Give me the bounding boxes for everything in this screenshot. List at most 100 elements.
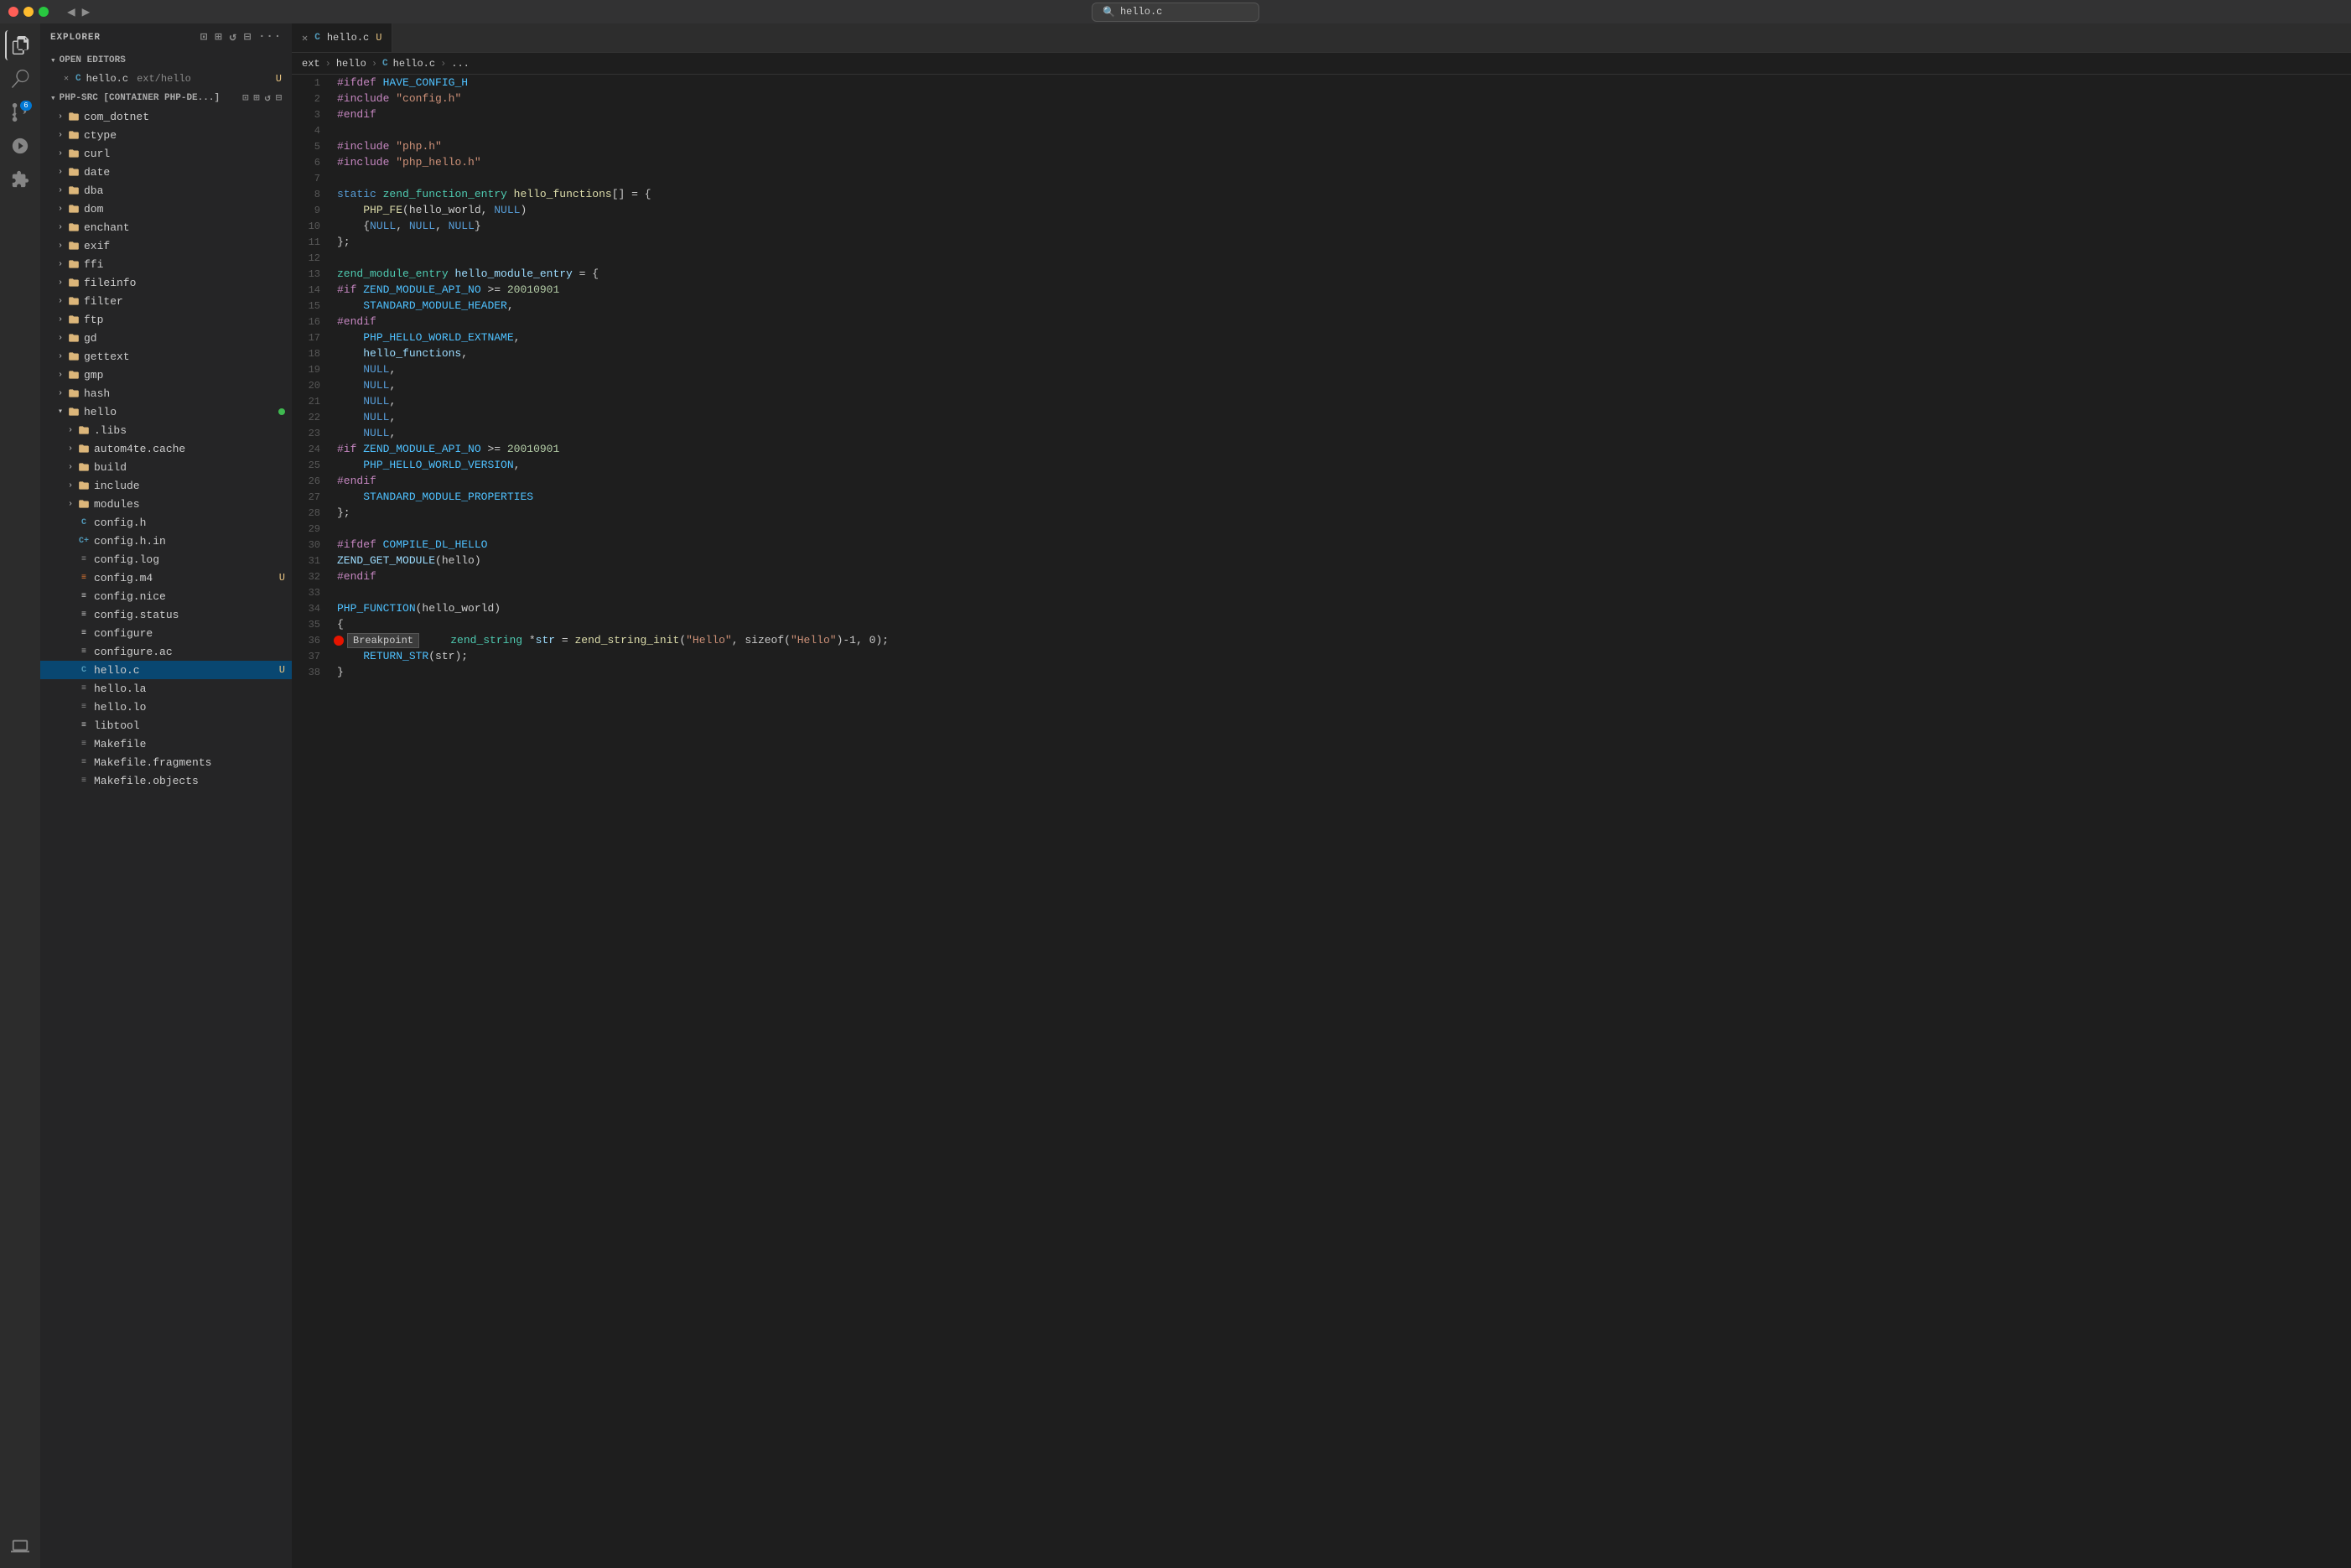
sidebar-file-modules[interactable]: ›modules	[40, 495, 292, 513]
folder-label-gmp: gmp	[84, 369, 292, 382]
sidebar-file-include[interactable]: ›include	[40, 476, 292, 495]
code-line-28: 28};	[292, 505, 2351, 521]
editor-tab[interactable]: ✕ C hello.c U	[292, 23, 392, 52]
sidebar-folder-enchant[interactable]: ›enchant	[40, 218, 292, 236]
sidebar-folder-gettext[interactable]: ›gettext	[40, 347, 292, 366]
sidebar-file-config-log[interactable]: ≡config.log	[40, 550, 292, 569]
bc-ext[interactable]: ext	[302, 58, 320, 70]
sidebar-folder-ctype[interactable]: ›ctype	[40, 126, 292, 144]
sidebar-file-hello-lo[interactable]: ≡hello.lo	[40, 698, 292, 716]
back-icon[interactable]: ◀	[67, 3, 75, 20]
sidebar-file-config-nice[interactable]: ≡config.nice	[40, 587, 292, 605]
sidebar-file-hello-c[interactable]: Chello.cU	[40, 661, 292, 679]
sidebar-folder-date[interactable]: ›date	[40, 163, 292, 181]
collapse-icon[interactable]: ⊟	[244, 30, 252, 44]
sidebar-file-Makefile-objects[interactable]: ≡Makefile.objects	[40, 771, 292, 790]
bc-dots[interactable]: ...	[451, 58, 470, 70]
line-number: 7	[292, 173, 334, 184]
sidebar-file-autom4te-cache[interactable]: ›autom4te.cache	[40, 439, 292, 458]
sidebar-folder-fileinfo[interactable]: ›fileinfo	[40, 273, 292, 292]
line-number: 36	[292, 635, 334, 646]
folder-arrow-ffi: ›	[54, 260, 67, 269]
sidebar-file--libs[interactable]: ›.libs	[40, 421, 292, 439]
sidebar-file-config-h-in[interactable]: C+config.h.in	[40, 532, 292, 550]
sidebar-file-build[interactable]: ›build	[40, 458, 292, 476]
line-content: #endif	[334, 108, 2351, 121]
folder-arrow-fileinfo: ›	[54, 278, 67, 288]
more-icon[interactable]: ···	[258, 30, 282, 44]
forward-icon[interactable]: ▶	[82, 3, 91, 20]
sidebar-file-Makefile-fragments[interactable]: ≡Makefile.fragments	[40, 753, 292, 771]
new-file-icon[interactable]: ⊡	[200, 30, 208, 44]
new-folder-icon[interactable]: ⊞	[215, 30, 222, 44]
refresh-icon[interactable]: ↺	[230, 30, 237, 44]
open-editors-arrow: ▾	[50, 55, 56, 66]
folder-arrow-ftp: ›	[54, 315, 67, 325]
source-control-badge: 6	[20, 101, 32, 111]
search-activity-icon[interactable]	[5, 64, 35, 94]
sidebar-file-config-status[interactable]: ≡config.status	[40, 605, 292, 624]
folder-icon-ftp	[67, 314, 80, 325]
file-type-indicator: ≡	[77, 592, 91, 601]
tab-close-icon[interactable]: ✕	[302, 32, 308, 44]
breakpoint-label: Breakpoint	[347, 633, 419, 648]
code-line-12: 12	[292, 250, 2351, 266]
folder-arrow-com_dotnet: ›	[54, 112, 67, 122]
code-line-30: 30#ifdef COMPILE_DL_HELLO	[292, 537, 2351, 553]
remote-activity-icon[interactable]	[5, 1531, 35, 1561]
bc-filename[interactable]: hello.c	[393, 58, 435, 70]
global-search[interactable]: 🔍 hello.c	[1092, 3, 1259, 22]
php-src-new-folder[interactable]: ⊞	[253, 91, 259, 104]
run-debug-activity-icon[interactable]	[5, 131, 35, 161]
bc-hello[interactable]: hello	[336, 58, 366, 70]
sidebar-file-config-h[interactable]: Cconfig.h	[40, 513, 292, 532]
sidebar-folder-hash[interactable]: ›hash	[40, 384, 292, 402]
code-line-6: 6#include "php_hello.h"	[292, 154, 2351, 170]
sidebar-folder-ffi[interactable]: ›ffi	[40, 255, 292, 273]
sidebar-folder-com_dotnet[interactable]: ›com_dotnet	[40, 107, 292, 126]
open-editor-item[interactable]: ✕ C hello.c ext/hello U	[40, 70, 292, 88]
sidebar-file-config-m4[interactable]: ≡config.m4U	[40, 569, 292, 587]
sidebar-file-configure-ac[interactable]: ≡configure.ac	[40, 642, 292, 661]
sidebar-file-hello-la[interactable]: ≡hello.la	[40, 679, 292, 698]
file-label: hello.lo	[94, 701, 292, 714]
sidebar-folder-ftp[interactable]: ›ftp	[40, 310, 292, 329]
code-line-25: 25 PHP_HELLO_WORLD_VERSION,	[292, 457, 2351, 473]
sidebar-folder-curl[interactable]: ›curl	[40, 144, 292, 163]
sidebar-folder-dba[interactable]: ›dba	[40, 181, 292, 200]
folder-arrow-gettext: ›	[54, 352, 67, 361]
extensions-activity-icon[interactable]	[5, 164, 35, 195]
close-editor-icon[interactable]: ✕	[64, 74, 69, 84]
folder-icon-gd	[67, 332, 80, 344]
line-number: 8	[292, 189, 334, 200]
php-src-new-file[interactable]: ⊡	[242, 91, 248, 104]
file-type-indicator: ≡	[77, 647, 91, 657]
sidebar-folder-hello[interactable]: ▾hello	[40, 402, 292, 421]
sidebar-folder-filter[interactable]: ›filter	[40, 292, 292, 310]
sidebar-folder-gd[interactable]: ›gd	[40, 329, 292, 347]
php-src-collapse[interactable]: ⊟	[276, 91, 282, 104]
sidebar-file-libtool[interactable]: ≡libtool	[40, 716, 292, 735]
close-button[interactable]	[8, 7, 18, 17]
code-editor[interactable]: 1#ifdef HAVE_CONFIG_H2#include "config.h…	[292, 75, 2351, 1568]
line-content: PHP_FE(hello_world, NULL)	[334, 204, 2351, 216]
subfolder-arrow: ›	[64, 481, 77, 491]
line-content: NULL,	[334, 427, 2351, 439]
minimize-button[interactable]	[23, 7, 34, 17]
maximize-button[interactable]	[39, 7, 49, 17]
sidebar-folder-dom[interactable]: ›dom	[40, 200, 292, 218]
line-number: 22	[292, 412, 334, 423]
source-control-activity-icon[interactable]: 6	[5, 97, 35, 127]
breakpoint-dot[interactable]	[334, 636, 344, 646]
sidebar-file-Makefile[interactable]: ≡Makefile	[40, 735, 292, 753]
open-editors-section-header[interactable]: ▾ OPEN EDITORS	[40, 51, 292, 70]
line-content: STANDARD_MODULE_HEADER,	[334, 299, 2351, 312]
php-src-section-header[interactable]: ▾ PHP-SRC [CONTAINER PHP-DE...] ⊡ ⊞ ↺ ⊟	[40, 88, 292, 107]
subfolder-label: build	[94, 461, 292, 474]
php-src-refresh[interactable]: ↺	[265, 91, 271, 104]
sidebar-folder-gmp[interactable]: ›gmp	[40, 366, 292, 384]
sidebar-folder-exif[interactable]: ›exif	[40, 236, 292, 255]
explorer-activity-icon[interactable]	[5, 30, 35, 60]
sidebar-file-configure[interactable]: ≡configure	[40, 624, 292, 642]
subfolder-icon	[77, 480, 91, 491]
